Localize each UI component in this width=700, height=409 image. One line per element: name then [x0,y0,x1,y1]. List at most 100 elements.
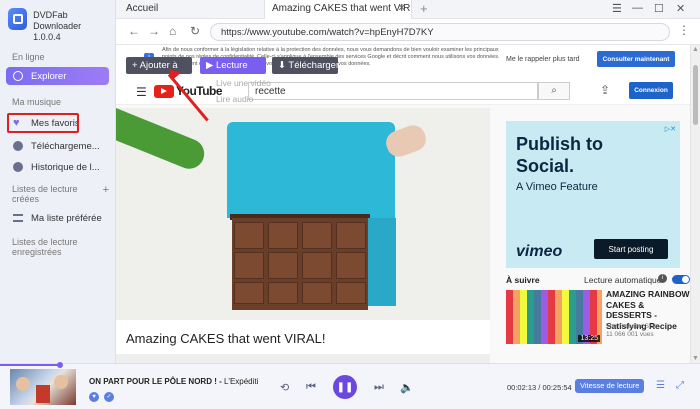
section-created-label: Listes de lecture créées [12,184,78,204]
app-logo-icon [8,8,28,30]
tab-title: Amazing CAKES that went VIR [272,3,411,14]
tab-close-icon[interactable]: ✕ [398,3,406,14]
recommended-views: 11 066 001 vues [606,331,654,338]
autoplay-toggle[interactable] [672,275,690,284]
app-version: 1.0.0.4 [33,32,61,42]
new-tab-icon[interactable]: + [420,1,428,16]
current-time: 00:02:13 [507,383,537,392]
sidebar-item-my-playlist[interactable]: Ma liste préférée [6,209,109,227]
more-icon[interactable]: ⋮ [678,23,690,37]
scroll-up-icon[interactable]: ▲ [692,46,699,53]
youtube-header: ☰ YouTube ⌕ ⇪ Connexion [116,77,690,105]
video-frame-image [227,122,395,218]
ad-cta-button[interactable]: Start posting [594,239,668,259]
music-player: ON PART POUR LE PÔLE NORD ! - L'Expéditi… [0,362,700,409]
section-online-label: En ligne [12,52,45,62]
app-brand: DVDFab Downloader 1.0.0.4 [0,0,115,42]
menu-icon[interactable]: ☰ [612,2,622,15]
sidebar: DVDFab Downloader 1.0.0.4 En ligne Explo… [0,0,116,363]
sidebar-item-label: Mes favoris [31,117,79,129]
login-button[interactable]: Connexion [629,82,673,99]
total-time: 00:25:54 [542,383,572,392]
scroll-thumb[interactable] [693,65,698,125]
sidebar-item-downloads[interactable]: Téléchargeme... [6,137,109,155]
volume-icon[interactable]: 🔈 [400,381,414,394]
ad-title: Publish to Social. [516,134,603,176]
ghost-menu-item: Live une vidéo [216,78,271,88]
track-artist: L'Expéditi [223,377,259,386]
sidebar-item-history[interactable]: Historique de l... [6,158,109,176]
clock-icon [13,162,23,172]
review-now-button[interactable]: Consulter maintenant [597,51,675,67]
fullscreen-icon[interactable]: ⤢ [676,380,684,391]
progress-handle[interactable] [57,362,63,368]
download-icon [13,141,23,151]
hamburger-icon[interactable]: ☰ [136,85,147,99]
section-created-playlists: Listes de lecture créées + [0,182,115,206]
track-title: ON PART POUR LE PÔLE NORD ! - [89,377,224,386]
video-duration: 13:25 [578,335,600,342]
home-icon[interactable]: ⌂ [169,24,176,38]
sidebar-item-explore[interactable]: Explorer [6,67,109,85]
pause-button[interactable]: ❚❚ [333,375,357,399]
play-button[interactable]: ▶ Lecture [200,57,266,74]
sidebar-item-label: Téléchargeme... [31,140,100,152]
ad-brand-logo: vimeo [516,243,563,260]
search-icon[interactable]: ⌕ [538,82,570,100]
next-icon[interactable]: ⏭ [374,381,384,394]
minimize-icon[interactable]: — [632,2,643,14]
heart-icon: ♥ [13,117,20,129]
recommended-thumbnail[interactable]: 13:25 [506,290,602,344]
scroll-down-icon[interactable]: ▼ [692,355,699,362]
video-title: Amazing CAKES that went VIRAL! [116,320,490,354]
recommended-channel[interactable]: The Sweeter Side [606,323,658,330]
refresh-icon[interactable]: ↻ [190,24,200,38]
sidebar-item-label: Historique de l... [31,161,100,173]
playback-progress[interactable] [0,364,60,366]
url-input[interactable] [210,23,670,41]
address-bar: ← → ⌂ ↻ ⋮ [116,19,700,45]
now-playing-title: ON PART POUR LE PÔLE NORD ! - L'Expéditi [89,377,258,386]
upload-icon[interactable]: ⇪ [600,83,610,97]
back-icon[interactable]: ← [128,24,140,38]
vertical-scrollbar[interactable]: ▲ ▼ [690,45,700,363]
ad-subtitle: A Vimeo Feature [516,181,598,193]
remind-later-link[interactable]: Me le rappeler plus tard [506,56,580,63]
autoplay-label: Lecture automatique [584,275,662,285]
download-button[interactable]: ⬇ Télécharger [272,57,339,74]
sidebar-item-label: Explorer [31,70,67,82]
favorite-icon[interactable]: ♥ [89,392,99,402]
globe-icon [13,71,23,81]
previous-icon[interactable]: ⏮ [306,381,316,394]
info-icon[interactable]: i [658,274,667,283]
section-saved-label: Listes de lecture enregistrées [12,237,78,257]
add-to-button[interactable]: + Ajouter à [126,57,192,74]
tab-home[interactable]: Accueil [126,3,158,14]
forward-icon[interactable]: → [148,24,160,38]
playback-speed-button[interactable]: Vitesse de lecture [575,379,645,393]
browser-content: i Afin de nous conformer à la législatio… [116,45,690,363]
ad-choices-icon[interactable]: ▷✕ [665,125,676,133]
close-window-icon[interactable]: ✕ [676,2,685,15]
ghost-menu-item: Lire audio [216,94,254,104]
video-player[interactable] [116,108,490,320]
time-display: 00:02:13 / 00:25:54 [507,383,572,392]
list-icon [13,214,23,222]
add-playlist-icon[interactable]: + [103,184,109,204]
tab-active[interactable]: Amazing CAKES that went VIR ✕ [264,0,412,19]
sidebar-item-favorites[interactable]: ♥ Mes favoris [7,113,79,133]
ad-banner[interactable]: ▷✕ Publish to Social. A Vimeo Feature vi… [506,121,680,268]
tab-bar: Accueil Amazing CAKES that went VIR ✕ + … [116,0,700,19]
app-name: DVDFab Downloader [33,10,82,31]
youtube-logo-icon[interactable] [154,85,174,98]
check-icon[interactable]: ✓ [104,392,114,402]
section-music-label: Ma musique [12,97,62,107]
horizontal-scrollbar[interactable] [116,354,490,363]
playlist-icon[interactable]: ☰ [656,380,665,391]
sidebar-item-label: Ma liste préférée [31,212,102,224]
maximize-icon[interactable]: ☐ [654,2,664,15]
repeat-icon[interactable]: ⟲ [280,381,289,394]
up-next-label: À suivre [506,275,540,285]
album-art[interactable] [10,369,76,405]
youtube-search-input[interactable] [248,82,538,100]
